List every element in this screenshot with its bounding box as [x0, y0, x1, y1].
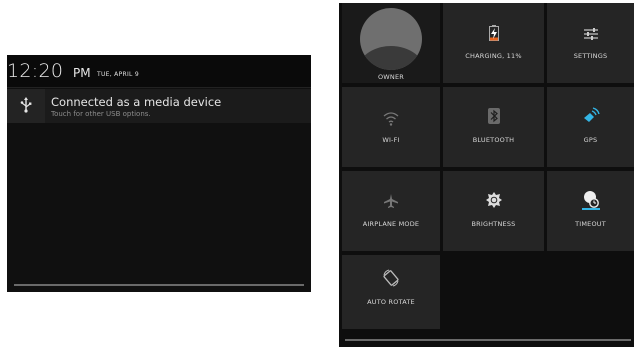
clock-ampm: PM: [73, 66, 91, 80]
tile-brightness-label: BRIGHTNESS: [471, 220, 516, 228]
tile-settings-label: SETTINGS: [573, 52, 608, 60]
tile-airplane-label: AIRPLANE MODE: [362, 220, 420, 228]
tile-gps-label: GPS: [583, 136, 598, 144]
battery-charging-icon: [488, 25, 499, 41]
tile-battery[interactable]: CHARGING, 11%: [443, 3, 544, 83]
tile-wifi[interactable]: WI-FI: [342, 87, 440, 167]
tile-owner[interactable]: OWNER: [342, 3, 440, 83]
usb-icon: [7, 89, 45, 123]
tile-airplane[interactable]: AIRPLANE MODE: [342, 171, 440, 251]
notification-subtitle: Touch for other USB options.: [51, 110, 151, 118]
tile-auto-rotate[interactable]: AUTO ROTATE: [342, 255, 440, 329]
wifi-icon: [383, 111, 399, 126]
auto-rotate-icon: [382, 269, 400, 287]
tile-bluetooth[interactable]: BLUETOOTH: [443, 87, 544, 167]
tile-owner-label: OWNER: [377, 73, 405, 81]
tile-timeout[interactable]: TIMEOUT: [547, 171, 634, 251]
shade-drag-handle[interactable]: [14, 284, 304, 286]
notification-title: Connected as a media device: [51, 95, 222, 109]
quick-settings-panel: OWNER CHARGING, 11% SETTINGS WI-FI BLUET…: [339, 3, 634, 347]
airplane-icon: [383, 193, 399, 209]
tile-wifi-label: WI-FI: [382, 136, 400, 144]
avatar-icon: [360, 8, 422, 70]
tile-gps[interactable]: GPS: [547, 87, 634, 167]
brightness-icon: [485, 192, 502, 208]
bluetooth-icon: [487, 108, 500, 124]
clock-date: TUE, APRIL 9: [97, 71, 139, 78]
tile-battery-label: CHARGING, 11%: [465, 52, 522, 60]
gps-icon: [582, 107, 600, 125]
quick-settings-drag-handle[interactable]: [345, 339, 631, 341]
timeout-icon: [581, 190, 600, 210]
tile-settings[interactable]: SETTINGS: [547, 3, 634, 83]
tile-auto-rotate-label: AUTO ROTATE: [367, 298, 415, 306]
tile-bluetooth-label: BLUETOOTH: [472, 136, 515, 144]
tile-timeout-label: TIMEOUT: [575, 220, 606, 228]
tile-brightness[interactable]: BRIGHTNESS: [443, 171, 544, 251]
clock-time: 12:20: [7, 60, 64, 82]
usb-notification[interactable]: Connected as a media device Touch for ot…: [7, 89, 311, 123]
notification-shade: 12:20 PM TUE, APRIL 9 Connected as a med…: [7, 55, 311, 292]
status-header: 12:20 PM TUE, APRIL 9: [7, 55, 311, 88]
settings-sliders-icon: [583, 26, 598, 40]
